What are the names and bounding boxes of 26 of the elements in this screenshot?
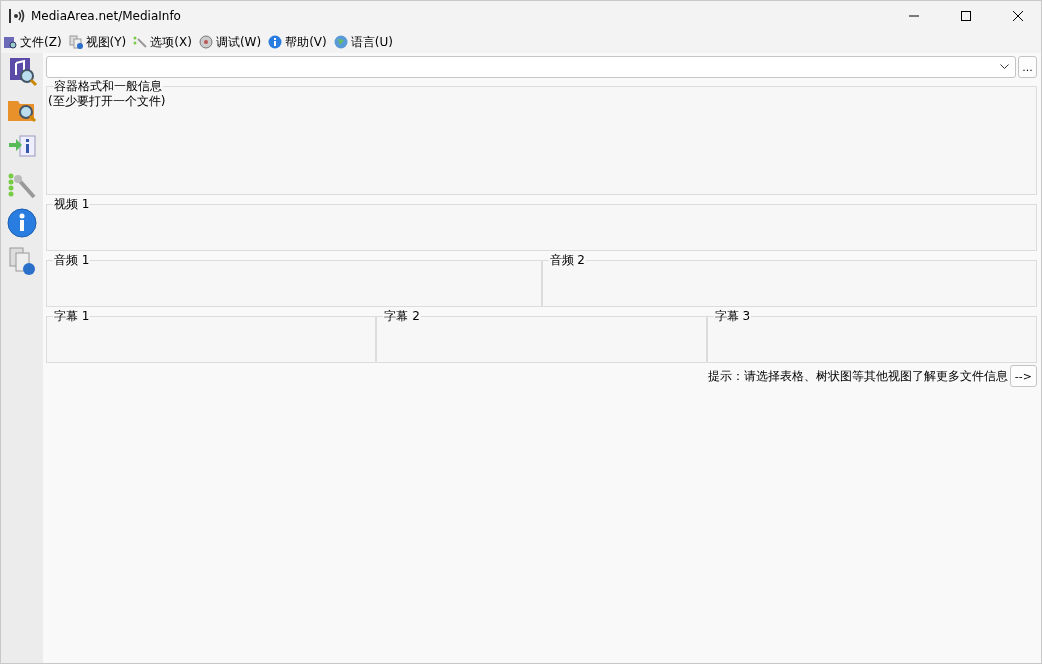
info-text: (至少要打开一个文件) [48,93,167,110]
panel-title: 音频 2 [548,254,586,267]
menu-item[interactable]: 帮助(V) [268,32,332,52]
hint-text: 提示：请选择表格、树状图等其他视图了解更多文件信息 [707,367,1008,385]
menu-item[interactable]: 选项(X) [133,32,197,52]
maximize-icon[interactable] [961,11,971,21]
menu-item[interactable]: 调试(W) [198,32,267,52]
menu-item[interactable]: 视图(Y) [68,32,132,52]
info-icon[interactable] [4,207,40,239]
panel-title: 容器格式和一般信息 [53,80,163,93]
panel-title: 字幕 1 [53,310,91,323]
panel-title: 字幕 3 [713,310,752,323]
close-icon[interactable] [1013,11,1023,21]
chevron-down-icon [1000,64,1009,70]
menu-item[interactable]: 语言(U) [333,32,398,52]
info-icon [268,35,283,49]
panel-title: 音频 1 [53,254,91,267]
menu-item[interactable]: 文件(Z) [3,32,67,52]
documents-icon [68,35,83,49]
disc-icon [198,35,213,49]
panel-title: 字幕 2 [383,310,421,323]
next-button[interactable]: --> [1009,365,1037,387]
app-logo-icon [9,8,25,24]
browse-button[interactable]: ... [1018,56,1037,78]
panel-title: 视频 1 [53,198,91,211]
window-title: MediaArea.net/MediaInfo [31,9,182,23]
